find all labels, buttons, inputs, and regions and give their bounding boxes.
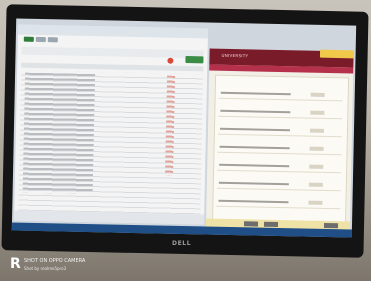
spreadsheet-cell-text [22, 72, 96, 195]
camera-logo: R [10, 256, 21, 272]
portal-window: UNIVERSITY [205, 48, 354, 232]
portal-footer-button [263, 221, 279, 227]
sheet-chip [23, 36, 34, 42]
sheet-chip [47, 37, 58, 43]
column-header-row [21, 62, 204, 72]
portal-footer-button [243, 221, 259, 227]
monitor-screen: UNIVERSITY [11, 18, 357, 238]
sheet-chip [35, 36, 46, 43]
portal-brand: UNIVERSITY [221, 52, 249, 59]
share-button [185, 56, 204, 64]
monitor-brand-label: DELL [172, 240, 192, 247]
spreadsheet-tabs [23, 36, 58, 43]
watermark-line1: SHOT ON OPPO CAMERA [24, 258, 86, 264]
avatar [167, 57, 174, 64]
yellow-sticker [319, 49, 355, 59]
spreadsheet-window [14, 24, 209, 225]
watermark-line2: Shot by realme5pro3 [24, 266, 67, 271]
portal-footer-button [323, 222, 339, 229]
spreadsheet-toolbar [21, 46, 204, 59]
photo: UNIVERSITY DELL R SHOT ON OPPO CAMERA Sh… [0, 0, 371, 281]
